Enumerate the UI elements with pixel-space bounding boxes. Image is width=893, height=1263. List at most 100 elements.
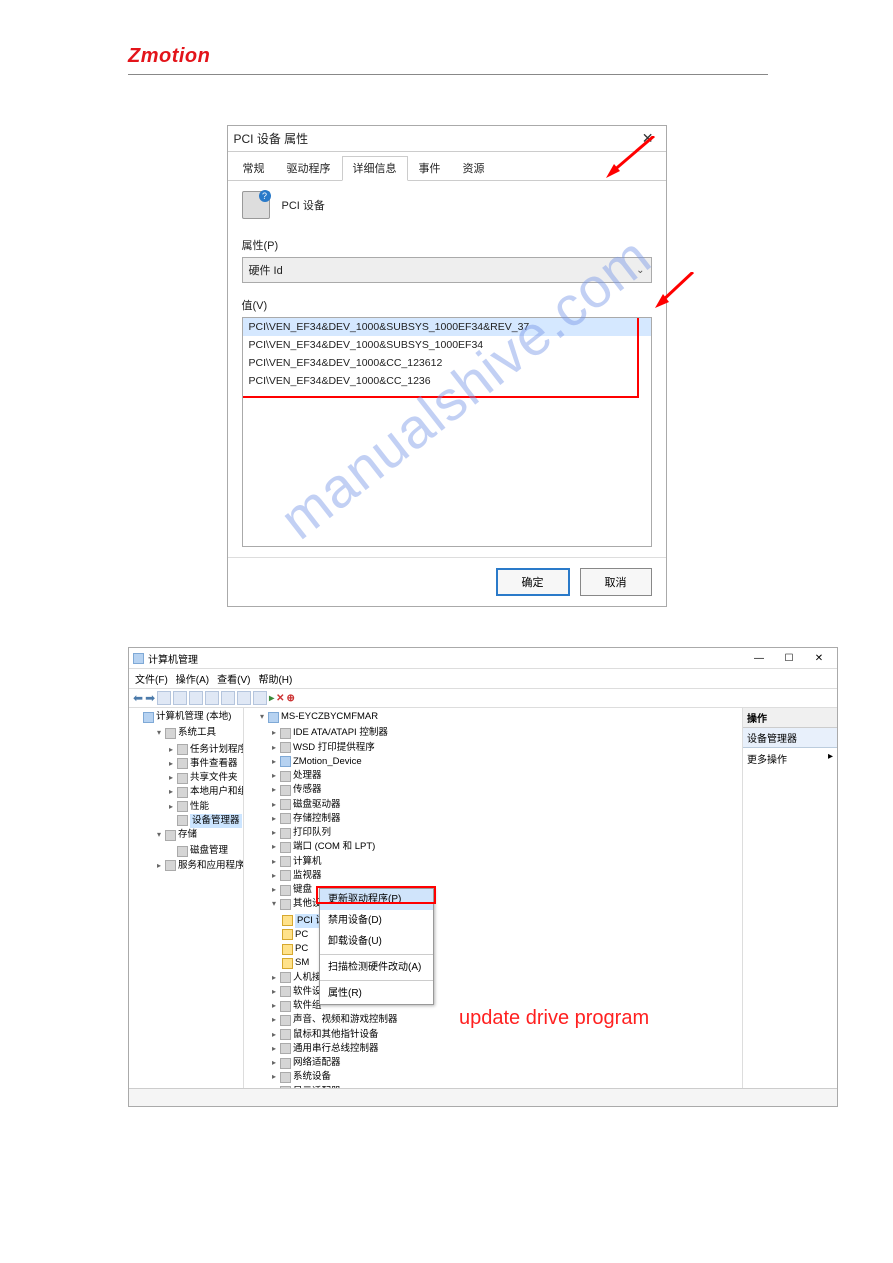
ok-button[interactable]: 确定 xyxy=(496,568,570,596)
tree-node[interactable]: 显示适配器 xyxy=(293,1085,341,1089)
menu-uninstall-device[interactable]: 卸载设备(U) xyxy=(320,931,433,952)
menu-view[interactable]: 查看(V) xyxy=(217,671,250,686)
tab-resources[interactable]: 资源 xyxy=(452,156,496,180)
toolbar: ⬅ ➡ ▸ ✕ ⊕ xyxy=(129,689,837,708)
tree-icon xyxy=(280,885,291,896)
device-icon xyxy=(242,191,270,219)
tree-node[interactable]: 系统设备 xyxy=(293,1070,331,1084)
red-highlight-box xyxy=(242,317,639,398)
cancel-button[interactable]: 取消 xyxy=(580,568,652,596)
toolbar-icon[interactable] xyxy=(189,691,203,705)
menu-separator xyxy=(320,980,433,981)
dialog-body: PCI 设备 属性(P) 硬件 Id ⌄ 值(V) PCI\VEN_EF34&D… xyxy=(228,181,666,557)
tree-node[interactable]: SM xyxy=(295,956,309,970)
tab-driver[interactable]: 驱动程序 xyxy=(276,156,342,180)
more-actions-link[interactable]: 更多操作 ▸ xyxy=(743,748,837,769)
chevron-right-icon: ▸ xyxy=(828,751,833,766)
tree-node[interactable]: 声音、视频和游戏控制器 xyxy=(293,1013,398,1027)
tree-node[interactable]: 事件查看器 xyxy=(190,757,238,771)
tree-node[interactable]: 处理器 xyxy=(293,769,322,783)
tree-icon xyxy=(280,813,291,824)
toolbar-icon[interactable] xyxy=(253,691,267,705)
tree-icon xyxy=(280,771,291,782)
tree-node[interactable]: 监视器 xyxy=(293,869,322,883)
left-tree[interactable]: 计算机管理 (本地) ▾系统工具 ▸任务计划程序 ▸事件查看器 ▸共享文件夹 ▸… xyxy=(129,708,244,1088)
minimize-icon[interactable]: — xyxy=(745,650,773,666)
device-tree[interactable]: ▾MS-EYCZBYCMFMAR ▸IDE ATA/ATAPI 控制器 ▸WSD… xyxy=(244,708,742,1088)
tree-node[interactable]: 软件组 xyxy=(293,999,322,1013)
tree-icon xyxy=(280,1086,291,1088)
tree-icon xyxy=(280,785,291,796)
toolbar-icon[interactable] xyxy=(157,691,171,705)
tree-node[interactable]: 存储 xyxy=(178,828,197,842)
warning-icon xyxy=(282,944,293,955)
tree-icon xyxy=(280,870,291,881)
menu-action[interactable]: 操作(A) xyxy=(176,671,209,686)
properties-dialog: PCI 设备 属性 ✕ 常规 驱动程序 详细信息 事件 资源 PCI 设备 属性… xyxy=(227,125,667,607)
chevron-down-icon: ⌄ xyxy=(636,265,644,276)
tab-details[interactable]: 详细信息 xyxy=(342,156,408,181)
tree-node-device-manager[interactable]: 设备管理器 xyxy=(190,814,242,828)
toolbar-icon[interactable] xyxy=(173,691,187,705)
tree-node[interactable]: 本地用户和组 xyxy=(190,785,244,799)
tree-node[interactable]: 存储控制器 xyxy=(293,812,341,826)
toolbar-icon[interactable]: ⊕ xyxy=(287,693,295,704)
tree-icon xyxy=(280,1043,291,1054)
maximize-icon[interactable]: ☐ xyxy=(775,650,803,666)
toolbar-icon[interactable]: ▸ xyxy=(269,693,274,704)
tree-node[interactable]: ZMotion_Device xyxy=(293,755,362,769)
tree-node[interactable]: WSD 打印提供程序 xyxy=(293,741,375,755)
tree-node[interactable]: 共享文件夹 xyxy=(190,771,238,785)
property-dropdown[interactable]: 硬件 Id ⌄ xyxy=(242,257,652,283)
warning-icon xyxy=(282,958,293,969)
tree-node[interactable]: 软件设 xyxy=(293,985,322,999)
tree-icon xyxy=(280,728,291,739)
menu-help[interactable]: 帮助(H) xyxy=(258,671,292,686)
close-icon[interactable]: ✕ xyxy=(805,650,833,666)
tree-node[interactable]: PC xyxy=(295,942,308,956)
toolbar-icon[interactable]: ✕ xyxy=(276,693,284,704)
tree-node[interactable]: 键盘 xyxy=(293,883,312,897)
tree-node[interactable]: 任务计划程序 xyxy=(190,743,244,757)
tree-node[interactable]: 通用串行总线控制器 xyxy=(293,1042,379,1056)
tree-node[interactable]: 系统工具 xyxy=(178,726,216,740)
menu-disable-device[interactable]: 禁用设备(D) xyxy=(320,910,433,931)
tree-node[interactable]: PC xyxy=(295,928,308,942)
actions-pane: 操作 设备管理器 更多操作 ▸ xyxy=(742,708,837,1088)
brand-logo: Zmotion xyxy=(128,45,210,67)
tab-general[interactable]: 常规 xyxy=(232,156,276,180)
tree-node[interactable]: 磁盘驱动器 xyxy=(293,798,341,812)
tree-icon xyxy=(280,842,291,853)
tab-events[interactable]: 事件 xyxy=(408,156,452,180)
tree-node[interactable]: 传感器 xyxy=(293,783,322,797)
hardware-id-listbox[interactable]: PCI\VEN_EF34&DEV_1000&SUBSYS_1000EF34&RE… xyxy=(242,317,652,547)
property-label: 属性(P) xyxy=(242,237,652,253)
toolbar-icon[interactable] xyxy=(237,691,251,705)
back-icon[interactable]: ⬅ xyxy=(133,691,143,705)
tree-node[interactable]: 打印队列 xyxy=(293,826,331,840)
window-titlebar: 计算机管理 — ☐ ✕ xyxy=(129,648,837,669)
window-title: 计算机管理 xyxy=(148,651,198,666)
actions-subheader: 设备管理器 xyxy=(743,728,837,748)
toolbar-icon[interactable] xyxy=(221,691,235,705)
tree-node[interactable]: 磁盘管理 xyxy=(190,844,228,858)
tree-node[interactable]: 端口 (COM 和 LPT) xyxy=(293,840,375,854)
tree-node[interactable]: 人机接 xyxy=(293,971,322,985)
tree-node[interactable]: MS-EYCZBYCMFMAR xyxy=(281,710,378,724)
tree-node[interactable]: 性能 xyxy=(190,800,209,814)
tree-node[interactable]: 鼠标和其他指针设备 xyxy=(293,1028,379,1042)
tree-node[interactable]: IDE ATA/ATAPI 控制器 xyxy=(293,726,388,740)
forward-icon[interactable]: ➡ xyxy=(145,691,155,705)
menu-properties[interactable]: 属性(R) xyxy=(320,983,433,1004)
computer-icon xyxy=(143,712,154,723)
tree-node[interactable]: 服务和应用程序 xyxy=(178,859,244,873)
tree-node[interactable]: 计算机管理 (本地) xyxy=(156,710,231,724)
toolbar-icon[interactable] xyxy=(205,691,219,705)
menu-scan-hardware[interactable]: 扫描检测硬件改动(A) xyxy=(320,957,433,978)
tree-node[interactable]: 网络适配器 xyxy=(293,1056,341,1070)
menu-bar: 文件(F) 操作(A) 查看(V) 帮助(H) xyxy=(129,669,837,689)
tree-icon xyxy=(280,799,291,810)
device-name: PCI 设备 xyxy=(282,197,325,213)
tree-node[interactable]: 计算机 xyxy=(293,855,322,869)
menu-file[interactable]: 文件(F) xyxy=(135,671,168,686)
